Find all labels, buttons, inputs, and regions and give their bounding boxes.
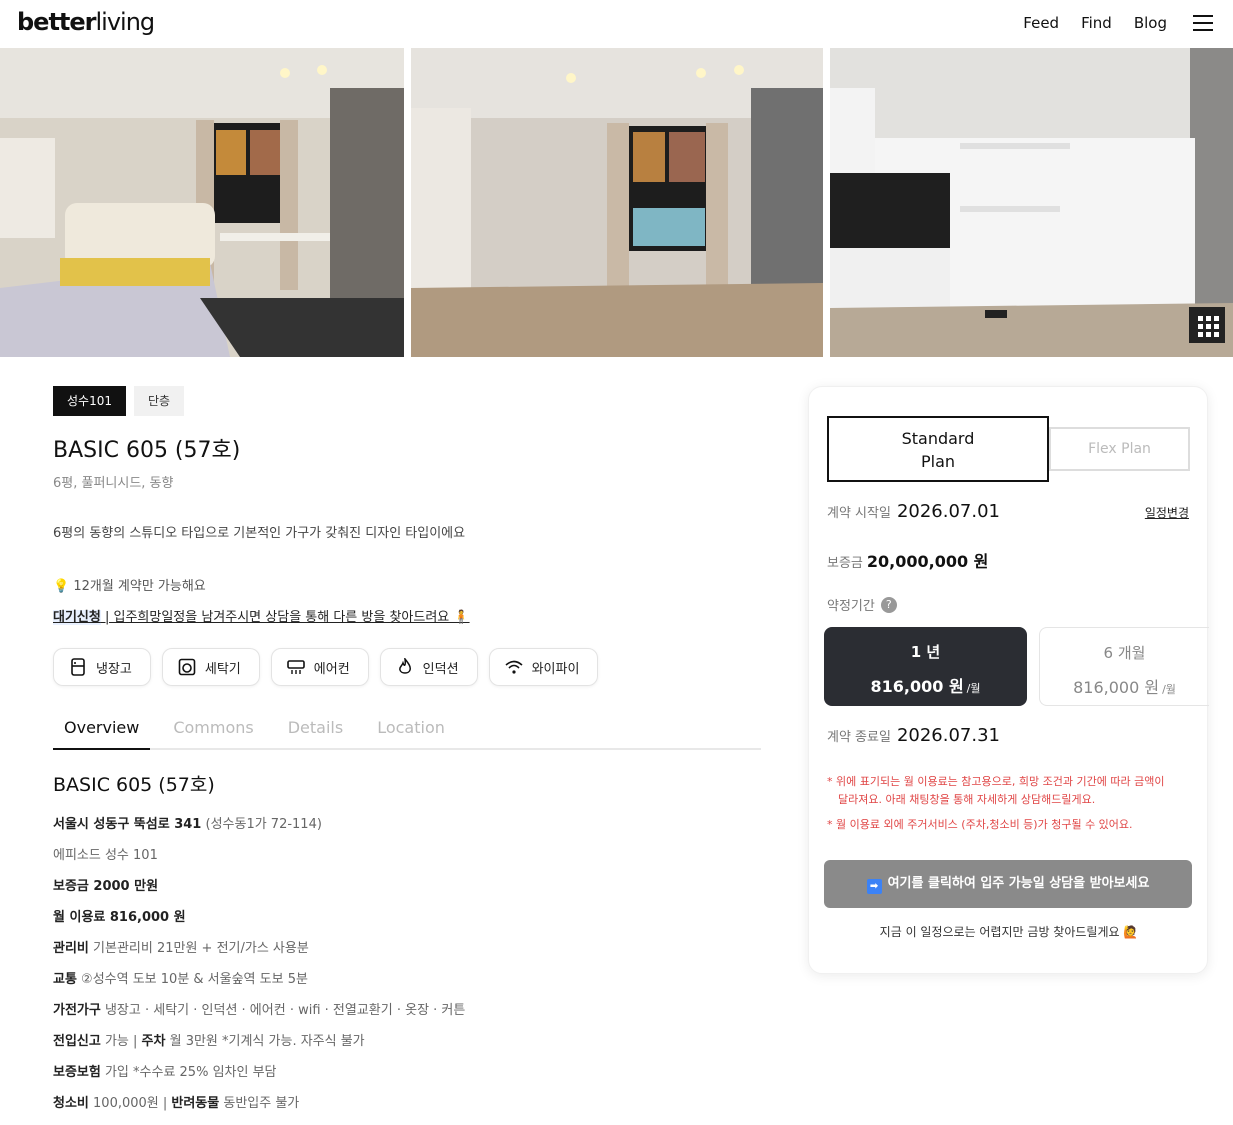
amenity-induction[interactable]: 인덕션 <box>379 648 478 686</box>
end-date-label: 계약 종료일 <box>827 730 891 745</box>
room-photo-1[interactable] <box>0 48 404 357</box>
top-nav: Feed Find Blog <box>1023 14 1167 32</box>
detail-row: 에피소드 성수 101 <box>53 848 158 863</box>
term: 약정기간 ? <box>827 595 897 614</box>
amenity-label: 냉장고 <box>96 661 132 677</box>
tab-details[interactable]: Details <box>277 710 354 750</box>
detail-row: 청소비 100,000원 | 반려동물 동반입주 불가 <box>53 1096 300 1111</box>
waitlist-label: 대기신청 <box>53 610 101 625</box>
consult-label: 여기를 클릭하여 입주 가능일 상담을 받아보세요 <box>887 876 1150 891</box>
aircon-icon <box>286 660 305 674</box>
tag-floor: 단층 <box>134 386 185 416</box>
notice-line: * 위에 표기되는 월 이용료는 참고용으로, 희망 조건과 기간에 따라 금액… <box>827 775 1165 806</box>
logo-light: living <box>95 8 156 36</box>
consult-button[interactable]: ➡ 여기를 클릭하여 입주 가능일 상담을 받아보세요 <box>824 860 1192 908</box>
detail-row: 관리비 기본관리비 21만원 + 전기/가스 사용분 <box>53 941 309 956</box>
room-photo-2[interactable] <box>411 48 823 357</box>
header: betterliving Feed Find Blog <box>0 0 1233 48</box>
option-duration: 6 개월 <box>1103 644 1146 662</box>
listing-description: 6평의 동향의 스튜디오 타입으로 기본적인 가구가 갖춰진 디자인 타입이에요 <box>53 526 466 541</box>
logo-bold: better <box>17 8 97 36</box>
nav-feed[interactable]: Feed <box>1023 14 1059 32</box>
detail-row: 월 이용료 816,000 원 <box>53 910 186 925</box>
start-date-value: 2026.07.01 <box>896 501 1000 522</box>
wifi-icon <box>505 660 523 674</box>
detail-row: 보증금 2000 만원 <box>53 879 159 894</box>
help-icon[interactable]: ? <box>880 596 897 613</box>
tab-commons[interactable]: Commons <box>162 710 264 750</box>
overview-title: BASIC 605 (57호) <box>53 774 215 796</box>
tab-overview[interactable]: Overview <box>53 710 151 750</box>
tag-building: 성수101 <box>53 386 126 416</box>
amenity-label: 인덕션 <box>422 661 459 677</box>
option-price: 816,000 원/월 <box>1073 678 1176 697</box>
amenity-label: 와이파이 <box>531 661 580 677</box>
nav-blog[interactable]: Blog <box>1134 14 1167 32</box>
logo[interactable]: betterliving <box>17 8 156 36</box>
deposit: 보증금 20,000,000 원 <box>827 548 988 572</box>
amenity-fridge[interactable]: 냉장고 <box>53 648 151 686</box>
footnote: 지금 이 일정으로는 어렵지만 금방 찾아드릴게요 🙋 <box>879 925 1139 939</box>
hamburger-menu-icon[interactable] <box>1193 15 1213 31</box>
price-notice: * 위에 표기되는 월 이용료는 참고용으로, 희망 조건과 기간에 따라 금액… <box>827 773 1172 841</box>
term-option-6months[interactable]: 6 개월 816,000 원/월 <box>1039 627 1209 706</box>
listing-tags: 성수101 단층 <box>53 386 185 416</box>
detail-row: 보증보험 가입 *수수료 25% 임차인 부담 <box>53 1065 277 1080</box>
amenity-wifi[interactable]: 와이파이 <box>488 648 599 686</box>
listing-title: BASIC 605 (57호) <box>53 438 241 463</box>
photo-gallery <box>0 48 1233 357</box>
option-price: 816,000 원/월 <box>870 677 981 696</box>
waitlist-text: | 입주희망일정을 남겨주시면 상담을 통해 다른 방을 찾아드려요 🧍 <box>100 610 470 625</box>
detail-row: 전입신고 가능 | 주차 월 3만원 *기계식 가능. 자주식 불가 <box>53 1034 365 1049</box>
nav-find[interactable]: Find <box>1081 14 1112 32</box>
booking-card: Standard Plan Flex Plan 계약 시작일 2026.07.01… <box>808 386 1209 974</box>
start-date-label: 계약 시작일 <box>827 506 891 521</box>
amenity-label: 에어컨 <box>313 661 350 677</box>
arrow-right-icon: ➡ <box>866 879 882 894</box>
detail-row: 가전가구 냉장고 · 세탁기 · 인덕션 · 에어컨 · wifi · 전열교환… <box>53 1003 466 1018</box>
detail-row: 서울시 성동구 뚝섬로 341 (성수동1가 72-114) <box>53 817 322 832</box>
plan-standard-button[interactable]: Standard Plan <box>827 416 1049 482</box>
plan-flex-button[interactable]: Flex Plan <box>1049 427 1190 471</box>
term-label: 약정기간 <box>827 599 875 614</box>
fridge-icon <box>71 658 85 676</box>
induction-icon <box>398 658 411 674</box>
detail-row: 교통 ②성수역 도보 10분 & 서울숲역 도보 5분 <box>53 972 308 987</box>
notice-line: * 월 이용료 외에 주거서비스 (주차,청소비 등)가 청구될 수 있어요. <box>827 818 1133 831</box>
term-option-1year[interactable]: 1 년 816,000 원/월 <box>824 627 1027 706</box>
overview-details: BASIC 605 (57호) 서울시 성동구 뚝섬로 341 (성수동1가 7… <box>53 770 465 1119</box>
washer-icon <box>178 658 196 676</box>
option-duration: 1 년 <box>910 643 941 661</box>
amenity-list: 냉장고 세탁기 에어컨 인덕션 와이파이 <box>53 648 599 686</box>
change-schedule-link[interactable]: 일정변경 <box>1145 504 1189 521</box>
deposit-label: 보증금 <box>827 556 863 571</box>
amenity-washer[interactable]: 세탁기 <box>161 648 260 686</box>
room-photo-3[interactable] <box>830 48 1233 357</box>
deposit-value: 20,000,000 원 <box>866 552 989 571</box>
amenity-aircon[interactable]: 에어컨 <box>270 648 369 686</box>
listing-tabs: Overview Commons Details Location <box>53 710 761 750</box>
view-all-photos-icon[interactable] <box>1189 307 1225 343</box>
end-date: 계약 종료일 2026.07.31 <box>827 725 1000 746</box>
waitlist-link[interactable]: 대기신청 | 입주희망일정을 남겨주시면 상담을 통해 다른 방을 찾아드려요 … <box>53 606 470 625</box>
plan-standard-label: Standard Plan <box>901 429 975 471</box>
tab-location[interactable]: Location <box>366 710 456 750</box>
start-date: 계약 시작일 2026.07.01 <box>827 501 1000 522</box>
end-date-value: 2026.07.31 <box>896 725 1000 746</box>
amenity-label: 세탁기 <box>204 661 241 677</box>
contract-note: 💡 12개월 계약만 가능해요 <box>53 579 206 594</box>
listing-subtitle: 6평, 풀퍼니시드, 동향 <box>53 476 174 491</box>
